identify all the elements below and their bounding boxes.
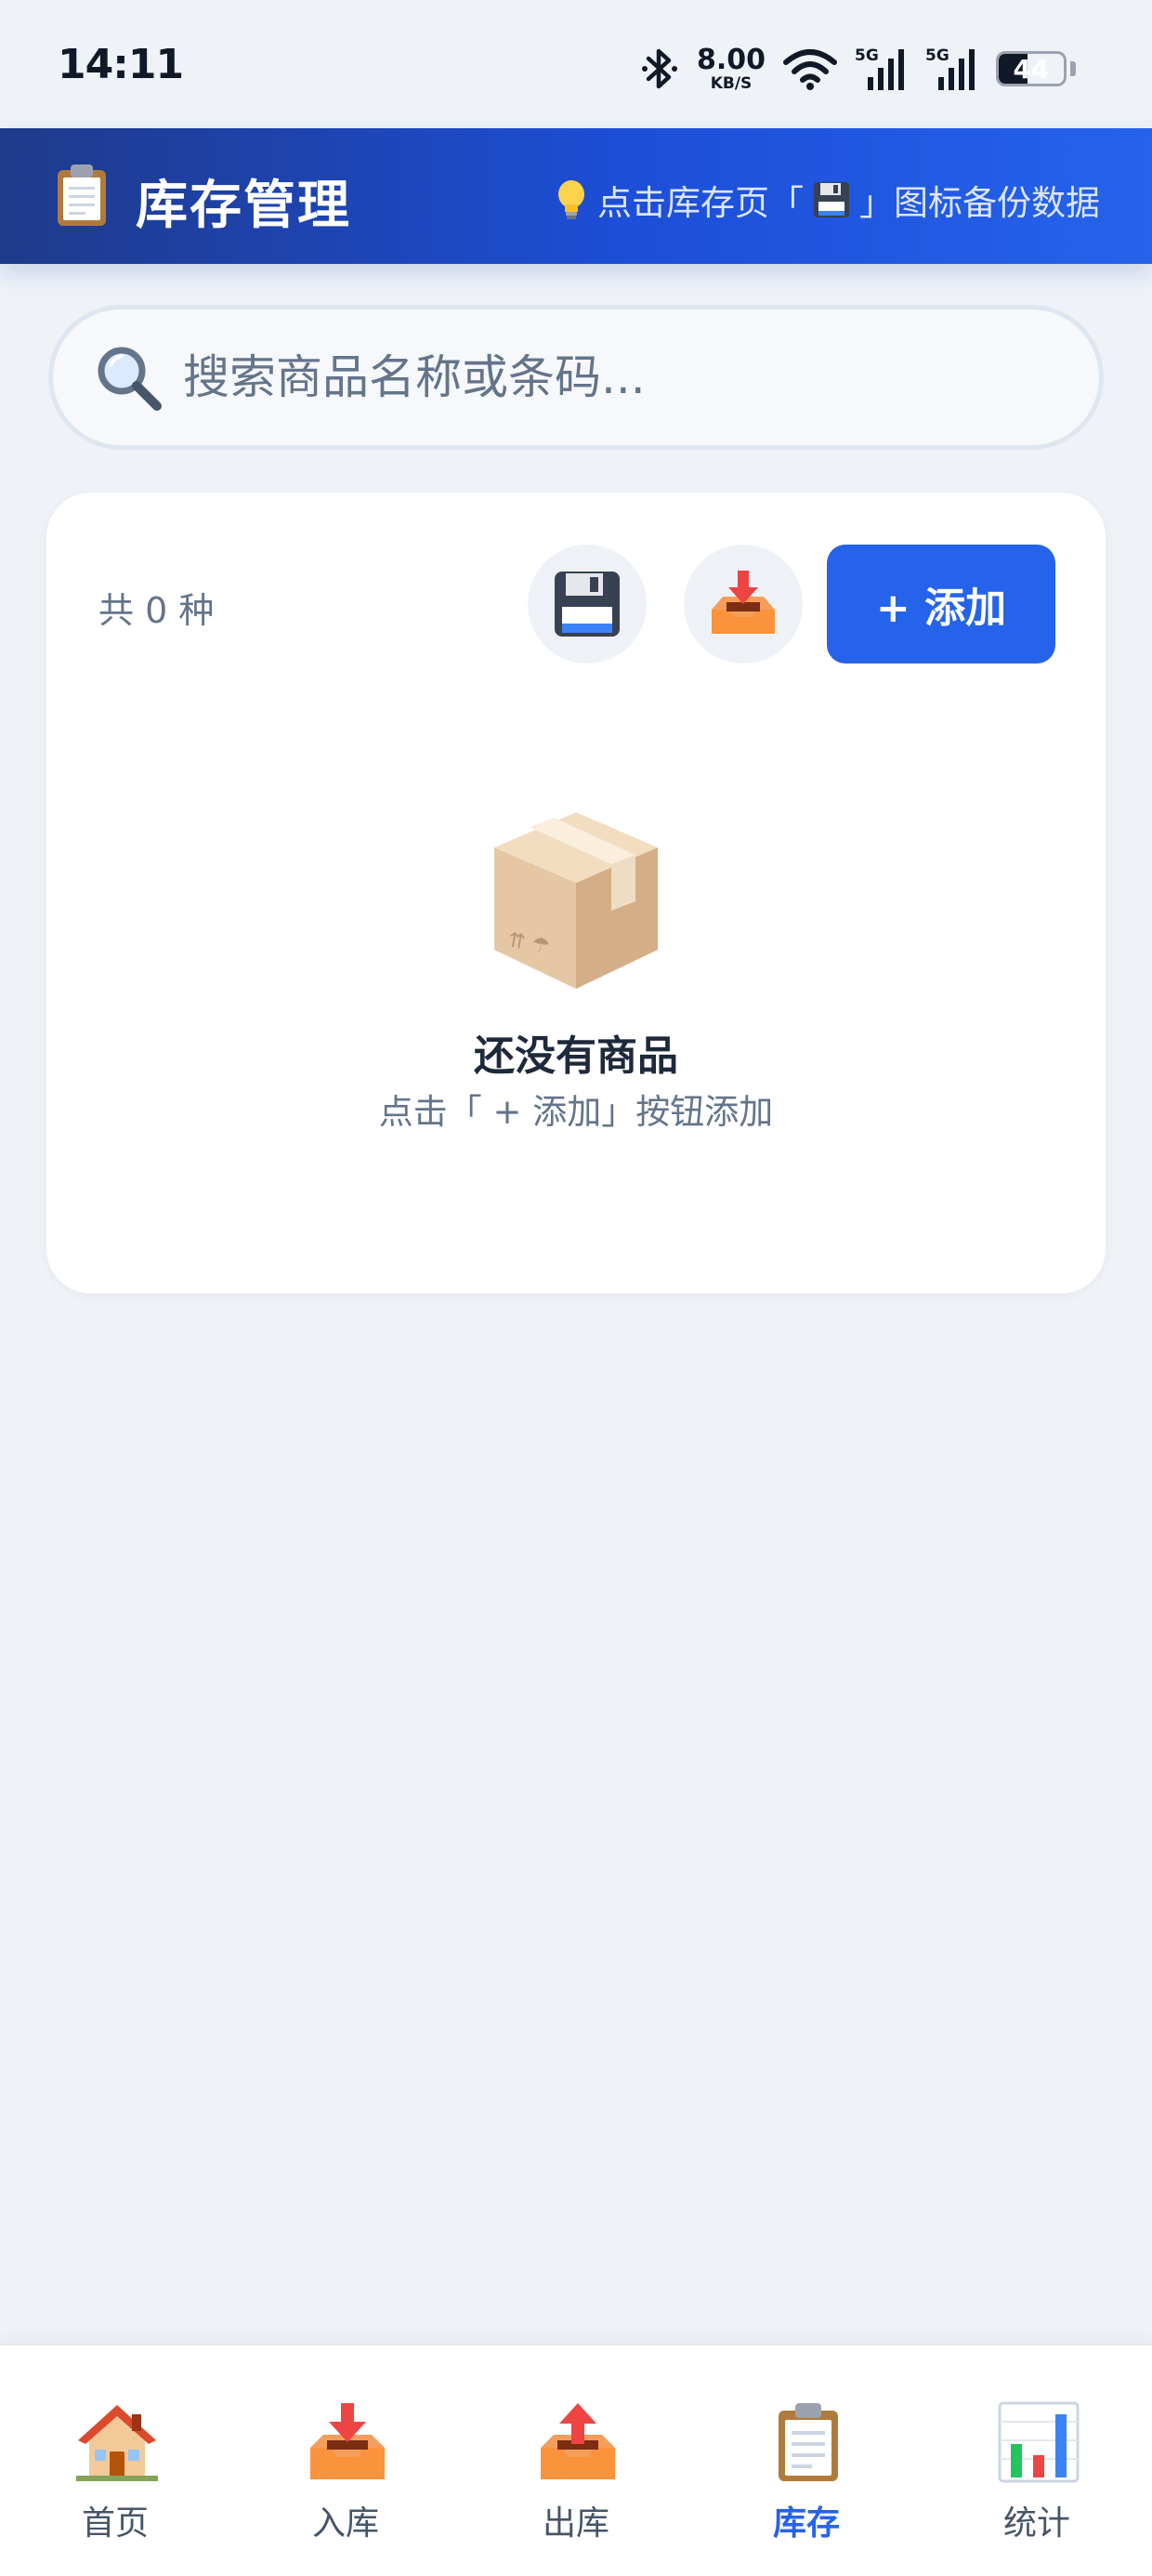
network-speed-unit: KB/S bbox=[710, 73, 753, 93]
nav-item-home[interactable]: 首页 bbox=[0, 2346, 230, 2576]
clipboard-icon bbox=[58, 164, 106, 226]
nav-label: 出库 bbox=[542, 2504, 609, 2543]
backup-button[interactable] bbox=[528, 545, 647, 664]
backup-hint-prefix: 点击库存页「 bbox=[597, 183, 804, 223]
signal-icon: 5G bbox=[855, 46, 904, 90]
lightbulb-icon bbox=[558, 180, 584, 219]
status-icons: 8.00 KB/S 5G 5G 44 bbox=[639, 41, 1076, 97]
inbox-tray-icon bbox=[712, 571, 775, 634]
floppy-disk-icon bbox=[555, 572, 620, 637]
battery-level: 44 bbox=[1013, 53, 1050, 85]
floppy-disk-icon bbox=[814, 182, 849, 217]
signal-icon: 5G bbox=[925, 46, 975, 90]
network-speed-value: 8.00 bbox=[696, 43, 766, 76]
empty-state-title: 还没有商品 bbox=[474, 1032, 678, 1080]
nav-label: 首页 bbox=[81, 2504, 149, 2543]
nav-label: 库存 bbox=[772, 2504, 840, 2543]
page-title: 库存管理 bbox=[136, 176, 351, 236]
status-time: 14:11 bbox=[58, 41, 184, 88]
signal-network-label: 5G bbox=[855, 46, 879, 65]
bluetooth-icon bbox=[641, 48, 677, 89]
nav-item-stock-in[interactable]: 入库 bbox=[230, 2346, 461, 2576]
import-button[interactable] bbox=[684, 545, 803, 664]
inbox-tray-icon bbox=[310, 2403, 385, 2479]
signal-network-label: 5G bbox=[925, 46, 949, 65]
magnifier-icon bbox=[98, 347, 162, 411]
battery-tip bbox=[1070, 61, 1076, 76]
search-input[interactable] bbox=[183, 309, 1099, 445]
package-box-icon: ⇈ ☂ bbox=[494, 812, 658, 989]
outbox-tray-icon bbox=[541, 2403, 615, 2479]
status-bar: 14:11 8.00 KB/S 5G 5G 44 bbox=[0, 0, 1152, 128]
empty-state-subtitle: 点击「 + 添加」按钮添加 bbox=[378, 1092, 774, 1132]
nav-item-statistics[interactable]: 统计 bbox=[922, 2346, 1152, 2576]
house-icon bbox=[76, 2405, 158, 2481]
app-header: 库存管理 点击库存页「 」图标备份数据 bbox=[0, 128, 1152, 264]
add-item-button[interactable]: + 添加 bbox=[827, 545, 1055, 664]
bottom-nav: 首页 入库 出库 库存 统计 bbox=[0, 2344, 1152, 2576]
network-speed: 8.00 KB/S bbox=[697, 46, 766, 92]
nav-item-inventory[interactable]: 库存 bbox=[691, 2346, 922, 2576]
clipboard-icon bbox=[779, 2403, 838, 2481]
battery-icon: 44 bbox=[996, 51, 1067, 86]
search-bar bbox=[48, 305, 1104, 450]
item-count: 共 0 种 bbox=[98, 590, 215, 631]
wifi-icon bbox=[783, 49, 837, 90]
nav-item-stock-out[interactable]: 出库 bbox=[461, 2346, 691, 2576]
backup-hint: 点击库存页「 」图标备份数据 bbox=[555, 175, 1100, 225]
backup-hint-suffix: 」图标备份数据 bbox=[859, 183, 1100, 223]
nav-label: 入库 bbox=[311, 2504, 379, 2543]
inventory-card: 共 0 种 + 添加 ⇈ ☂ 还没有商品 点击「 + 添加」按钮添加 bbox=[46, 493, 1106, 1294]
nav-label: 统计 bbox=[1002, 2504, 1070, 2543]
bar-chart-icon bbox=[998, 2401, 1080, 2483]
